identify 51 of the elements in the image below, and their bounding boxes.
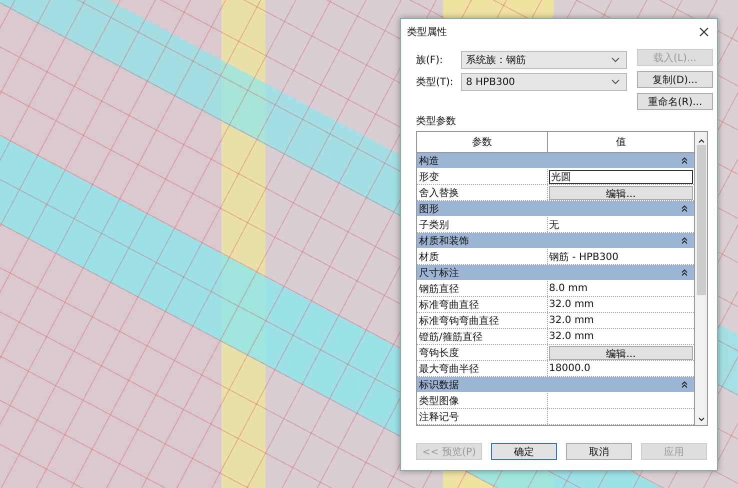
value-cell-text: 钢筋 - HPB300 bbox=[549, 250, 618, 264]
parameter-name: 弯钩长度 bbox=[419, 346, 459, 360]
side-button[interactable]: 重命名(R)... bbox=[637, 93, 713, 110]
parameter-name: 子类别 bbox=[419, 218, 449, 232]
group-header[interactable]: 材质和装饰 bbox=[417, 233, 694, 249]
group-title: 材质和装饰 bbox=[419, 234, 469, 248]
side-button[interactable]: 复制(D)... bbox=[637, 71, 713, 88]
value-cell: 18000.0 bbox=[549, 363, 590, 374]
group-title: 构造 bbox=[419, 154, 439, 168]
parameter-name: 舍入替换 bbox=[419, 186, 459, 200]
collapse-icon[interactable] bbox=[681, 205, 688, 212]
value-cell-text: 无 bbox=[549, 218, 559, 232]
value-cell: 32.0 mm bbox=[549, 299, 594, 310]
group-title: 尺寸标注 bbox=[419, 266, 459, 280]
collapse-icon[interactable] bbox=[681, 157, 688, 164]
collapse-icon[interactable] bbox=[681, 269, 688, 276]
parameter-name: 类型图像 bbox=[419, 394, 459, 408]
parameter-name: 形变 bbox=[419, 170, 439, 184]
collapse-icon[interactable] bbox=[681, 237, 688, 244]
parameter-name: 钢筋直径 bbox=[419, 282, 459, 296]
dialog-button[interactable]: 确定 bbox=[491, 443, 557, 460]
scrollbar[interactable] bbox=[695, 132, 707, 425]
dialog-button[interactable]: 取消 bbox=[566, 443, 632, 460]
value-cell: 32.0 mm bbox=[549, 315, 594, 326]
field-label: 族(F): bbox=[416, 54, 444, 67]
value-cell: 8.0 mm bbox=[549, 283, 588, 294]
value-input[interactable]: 光圆 bbox=[549, 170, 693, 184]
edit-button[interactable]: 编辑... bbox=[549, 346, 693, 360]
group-title: 标识数据 bbox=[419, 378, 459, 392]
group-title: 图形 bbox=[419, 202, 439, 216]
group-header[interactable]: 尺寸标注 bbox=[417, 265, 694, 281]
family-dropdown[interactable]: 系统族：钢筋 bbox=[461, 51, 627, 69]
edit-button[interactable]: 编辑... bbox=[549, 186, 693, 200]
parameter-name: 最大弯曲半径 bbox=[419, 362, 479, 376]
field-label: 类型(T): bbox=[416, 76, 454, 89]
collapse-icon[interactable] bbox=[681, 381, 688, 388]
parameter-name: 材质 bbox=[419, 250, 439, 264]
type-dropdown[interactable]: 8 HPB300 bbox=[461, 73, 627, 91]
parameter-name: 标准弯钩弯曲直径 bbox=[419, 314, 499, 328]
group-header[interactable]: 图形 bbox=[417, 201, 694, 217]
close-icon[interactable] bbox=[699, 27, 709, 37]
column-header: 参数 bbox=[417, 132, 548, 152]
group-header[interactable]: 标识数据 bbox=[417, 377, 694, 393]
parameter-name: 标准弯曲直径 bbox=[419, 298, 479, 312]
column-header: 值 bbox=[615, 136, 627, 150]
value-cell: 32.0 mm bbox=[549, 331, 594, 342]
section-label: 类型参数 bbox=[416, 114, 457, 128]
group-header[interactable]: 构造 bbox=[417, 153, 694, 169]
dialog-title: 类型属性 bbox=[407, 26, 447, 39]
parameter-name: 镫筋/箍筋直径 bbox=[419, 330, 482, 344]
parameter-name: 注释记号 bbox=[419, 410, 459, 424]
